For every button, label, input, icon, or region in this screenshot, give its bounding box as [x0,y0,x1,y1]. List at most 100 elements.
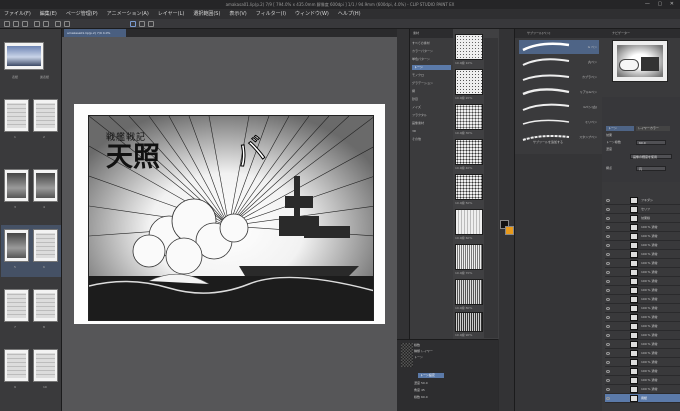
window-controls[interactable]: — ▢ ✕ [645,0,677,9]
page-thumbnail[interactable] [4,229,29,262]
visibility-eye-icon[interactable] [606,244,610,247]
layer-row[interactable]: 100 % 通常 [605,250,680,259]
material-item[interactable]: カラーパターン [412,49,433,54]
material-item[interactable]: 3D [412,129,416,134]
add-subtool-button[interactable]: サブツールを追加する [533,140,575,145]
layer-row[interactable]: 100 % 通常 [605,232,680,241]
layer-row[interactable]: 100 % 通常 [605,358,680,367]
menu-animation[interactable]: アニメーション(A) [107,9,149,19]
page-thumbnail[interactable] [33,169,58,202]
layer-row[interactable]: セリフ [605,205,680,214]
layer-row[interactable]: 100 % 通常 [605,295,680,304]
page-thumbnail[interactable] [4,99,29,132]
layer-row[interactable]: 100 % 通常 [605,304,680,313]
material-item[interactable]: 網 [412,89,415,94]
visibility-eye-icon[interactable] [606,280,610,283]
layer-row[interactable]: 100 % 通常 [605,385,680,394]
tab-layer-color[interactable]: レイヤーカラー [636,126,670,131]
snap-grid-icon[interactable] [139,21,145,27]
navigator-preview[interactable] [612,40,668,82]
tone-thumbnail[interactable] [455,34,483,60]
tone-thumbnail[interactable] [455,244,483,270]
material-item[interactable]: トーン [412,65,451,70]
material-item[interactable]: ノイズ [412,105,421,110]
visibility-eye-icon[interactable] [606,361,610,364]
tone-thumbnail[interactable] [455,174,483,200]
layer-row[interactable]: 100 % 通常 [605,259,680,268]
subtool-item[interactable]: カブラペン [519,70,599,84]
menu-window[interactable]: ウィンドウ(W) [295,9,329,19]
layer-row[interactable]: 100 % 通常 [605,367,680,376]
visibility-eye-icon[interactable] [606,289,610,292]
layer-row[interactable]: 100 % 通常 [605,286,680,295]
material-item[interactable]: 単色パターン [412,57,430,62]
tone-lines-field[interactable]: 60.0 [636,140,666,145]
tab-tone[interactable]: トーン [606,126,634,131]
layer-row[interactable]: 100 % 通常 [605,331,680,340]
visibility-eye-icon[interactable] [606,217,610,220]
visibility-eye-icon[interactable] [606,316,610,319]
layer-row[interactable]: 100 % 通常 [605,340,680,349]
visibility-eye-icon[interactable] [606,199,610,202]
tone-thumbnail[interactable] [455,312,483,332]
menu-page[interactable]: ページ管理(P) [66,9,98,19]
page-thumbnail[interactable] [4,42,44,70]
material-item[interactable]: モノクロ [412,73,424,78]
material-item[interactable]: 砂目 [412,97,418,102]
page-thumbnail[interactable] [4,349,29,382]
transform-icon[interactable] [64,21,70,27]
tone-thumbnail[interactable] [455,139,483,165]
visibility-eye-icon[interactable] [606,388,610,391]
visibility-eye-icon[interactable] [606,334,610,337]
open-file-icon[interactable] [13,21,19,27]
snap-ruler-icon[interactable] [130,21,136,27]
layer-row[interactable]: 100 % 通常 [605,223,680,232]
page-thumbnail[interactable] [4,289,29,322]
visibility-eye-icon[interactable] [606,235,610,238]
layer-row[interactable]: 100 % 通常 [605,277,680,286]
subtool-item[interactable]: 丸ペン [519,55,599,69]
layer-row[interactable]: 100 % 通常 [605,349,680,358]
visibility-eye-icon[interactable] [606,208,610,211]
tone-thumbnail[interactable] [455,69,483,95]
visibility-eye-icon[interactable] [606,262,610,265]
layer-row[interactable]: 用紙 [605,394,680,403]
menu-view[interactable]: 表示(V) [229,9,246,19]
document-tab[interactable]: amakasa01.lip(p.2) 7/9 4.0% [64,29,126,37]
subtool-item[interactable]: リアルGペン [519,85,599,99]
clear-icon[interactable] [55,21,61,27]
tone-thumbnail[interactable] [455,104,483,130]
menu-selection[interactable]: 選択範囲(S) [193,9,220,19]
redo-icon[interactable] [43,21,49,27]
layer-row[interactable]: フキダシ [605,196,680,205]
layer-row[interactable]: 効果線 [605,214,680,223]
material-item[interactable]: グラデーション [412,81,433,86]
menu-edit[interactable]: 編集(E) [40,9,57,19]
tone-thumbnail[interactable] [455,209,483,235]
page-thumbnail[interactable] [4,169,29,202]
visibility-eye-icon[interactable] [606,253,610,256]
undo-icon[interactable] [34,21,40,27]
page-thumbnail[interactable] [33,229,58,262]
new-file-icon[interactable] [4,21,10,27]
visibility-eye-icon[interactable] [606,352,610,355]
material-item[interactable]: すべての素材 [412,41,430,46]
visibility-eye-icon[interactable] [606,325,610,328]
visibility-eye-icon[interactable] [606,397,610,400]
visibility-eye-icon[interactable] [606,307,610,310]
layer-row[interactable]: 100 % 通常 [605,376,680,385]
material-item[interactable]: フラクタル [412,113,427,118]
density-select[interactable]: 画像の輝度を使用 [630,154,672,159]
manga-panel[interactable]: 戦艦戦記 天照 バ [88,115,374,321]
layer-row[interactable]: 100 % 通常 [605,322,680,331]
color-swatch[interactable] [500,220,514,240]
menu-layer[interactable]: レイヤー(L) [158,9,185,19]
visibility-eye-icon[interactable] [606,271,610,274]
page-thumbnail[interactable] [33,289,58,322]
page-thumbnail[interactable] [33,99,58,132]
layer-row[interactable]: 100 % 通常 [605,268,680,277]
menu-file[interactable]: ファイル(F) [4,9,31,19]
save-icon[interactable] [22,21,28,27]
subtool-item[interactable]: Gペン(古) [519,100,599,114]
material-item[interactable]: その他 [412,137,421,142]
